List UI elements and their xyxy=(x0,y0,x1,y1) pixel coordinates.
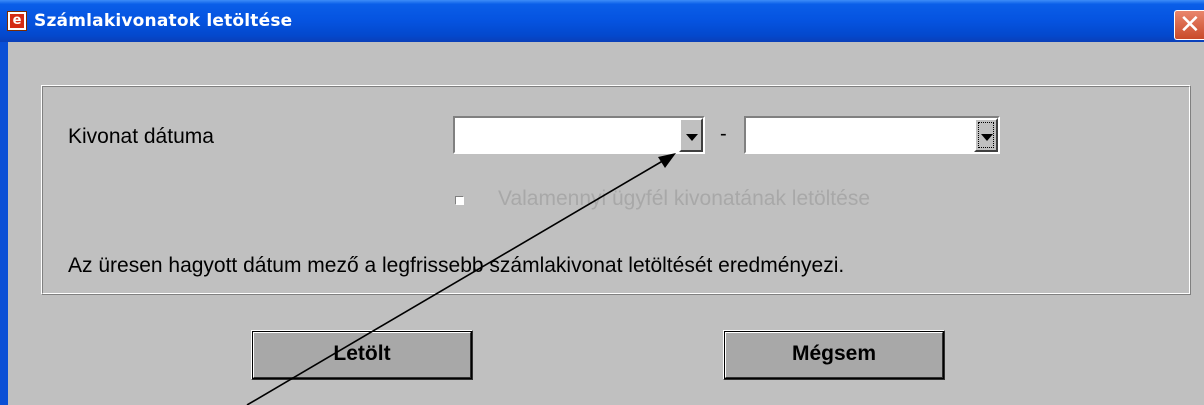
annotation-arrow xyxy=(246,153,676,405)
arrow-head-icon xyxy=(658,153,676,168)
dialog-window: e Számlakivonatok letöltése ✕ Kivonat dá… xyxy=(0,0,1204,405)
